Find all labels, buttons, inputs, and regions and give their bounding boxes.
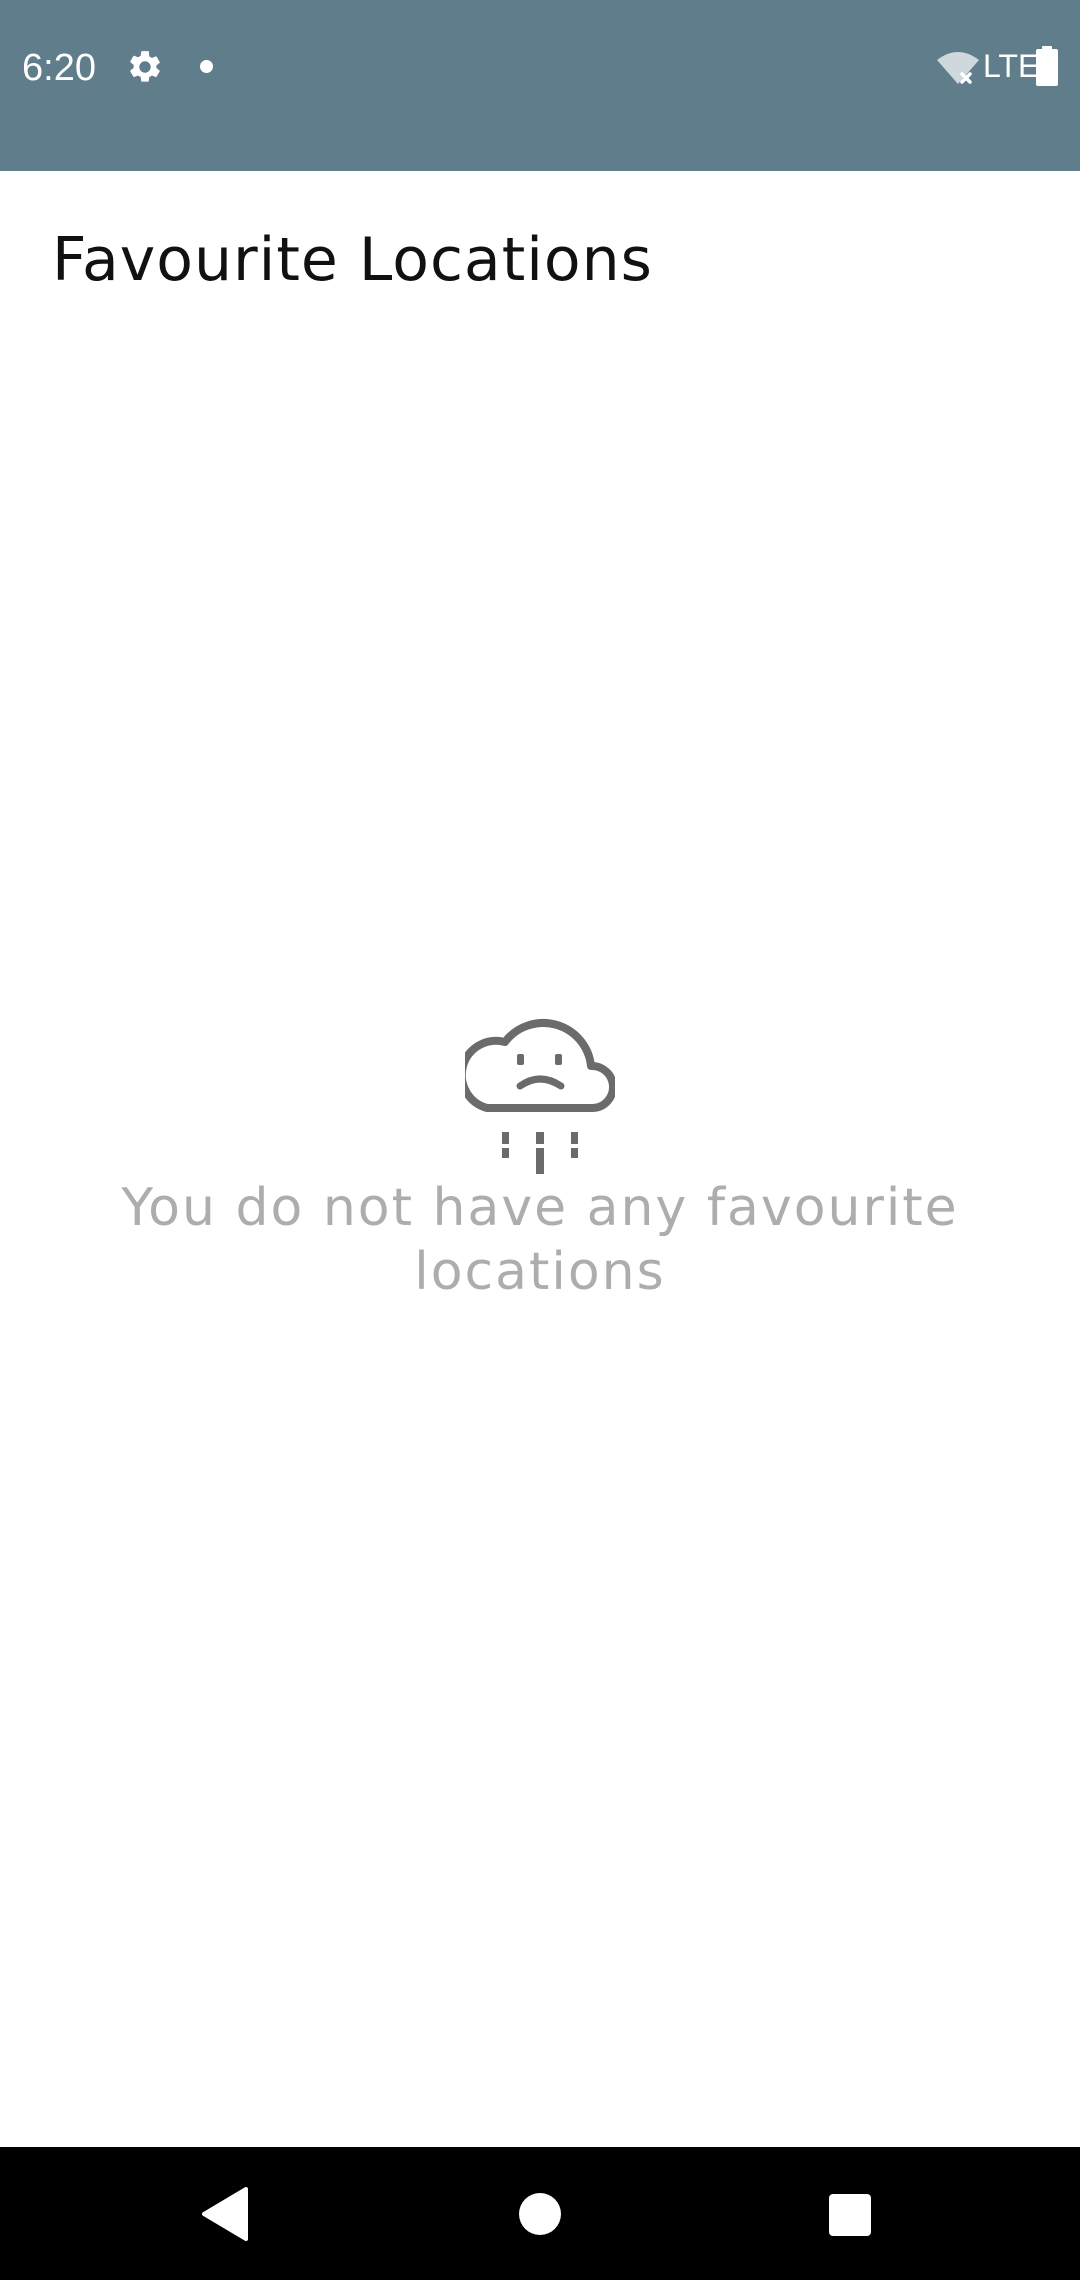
empty-state: You do not have any favourite locations: [0, 1000, 1080, 1304]
notification-dot-icon: [200, 60, 213, 73]
network-type-label: LTE: [983, 48, 1040, 84]
status-bar: 6:20 LTE: [0, 0, 1080, 171]
back-icon[interactable]: [200, 2187, 250, 2241]
wifi-off-icon: [937, 52, 979, 84]
battery-icon: [1036, 46, 1058, 86]
status-time: 6:20: [22, 47, 96, 89]
page-title: Favourite Locations: [52, 225, 653, 295]
empty-state-message: You do not have any favourite locations: [121, 1178, 959, 1302]
home-icon[interactable]: [519, 2193, 561, 2235]
gear-icon: [130, 51, 160, 82]
recents-icon[interactable]: [829, 2194, 871, 2236]
navigation-bar: [0, 2147, 1080, 2280]
sad-cloud-icon: [465, 1019, 615, 1174]
